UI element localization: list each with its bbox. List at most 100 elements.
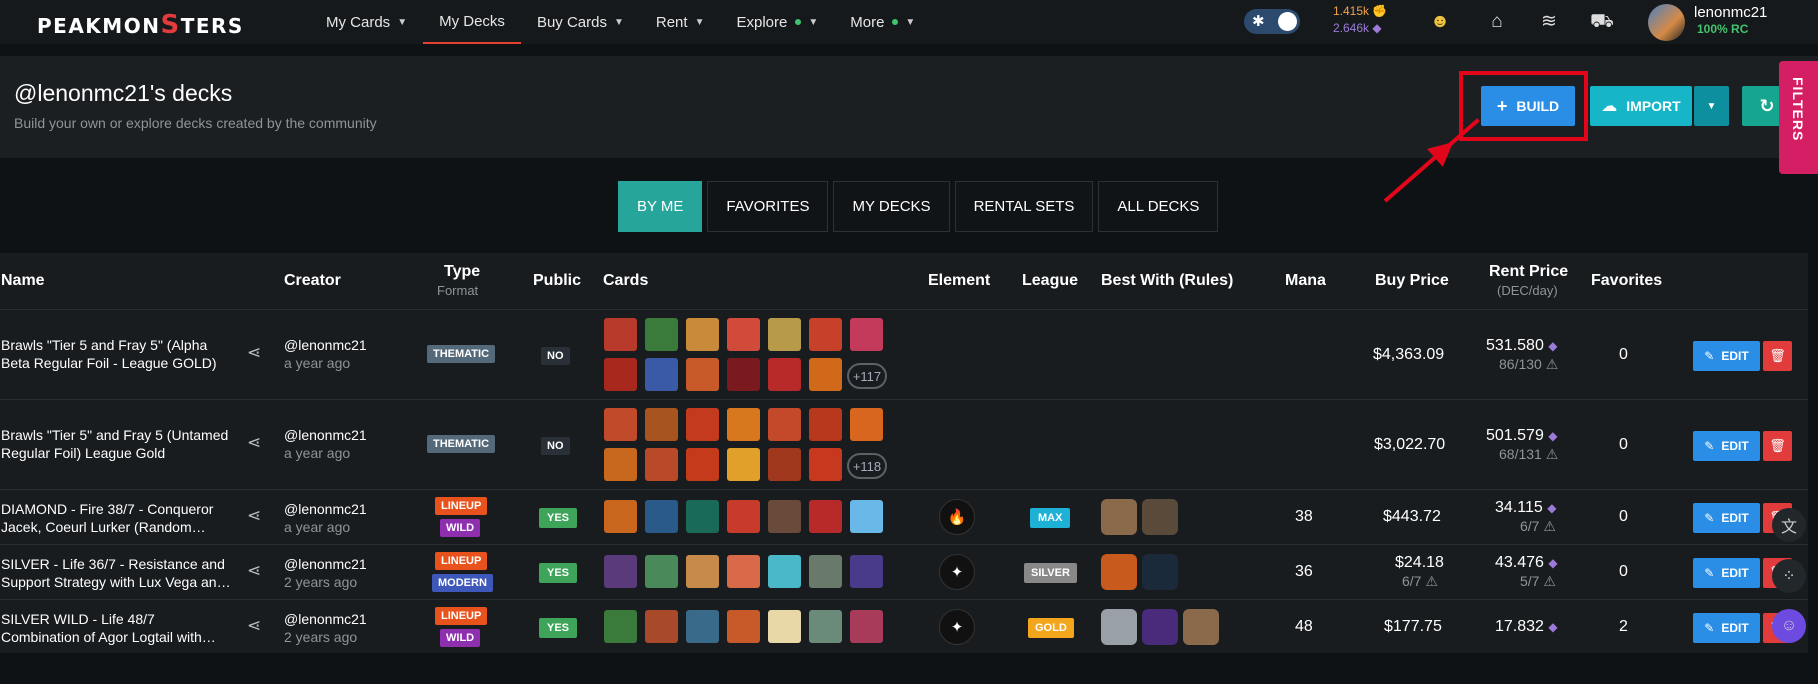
- creator[interactable]: @lenonmc21: [284, 337, 367, 353]
- tab-favorites[interactable]: FAVORITES: [707, 181, 829, 232]
- col-creator[interactable]: Creator: [284, 272, 341, 290]
- card-thumb[interactable]: [686, 500, 719, 533]
- card-thumb[interactable]: [645, 408, 678, 441]
- card-thumb[interactable]: [850, 318, 883, 351]
- deck-name-line2[interactable]: Support Strategy with Lux Vega an…: [1, 574, 231, 590]
- nav-explore[interactable]: Explore ▼: [720, 0, 834, 44]
- table-row[interactable]: Brawls "Tier 5" and Fray 5 (Untamed Regu…: [0, 399, 1808, 489]
- creator[interactable]: @lenonmc21: [284, 501, 367, 517]
- edit-button[interactable]: ✎ EDIT: [1693, 431, 1760, 461]
- card-thumb[interactable]: [727, 318, 760, 351]
- col-buy-price[interactable]: Buy Price: [1375, 272, 1449, 290]
- nav-more[interactable]: More ▼: [834, 0, 931, 44]
- delete-button[interactable]: 🗑: [1763, 341, 1792, 371]
- card-thumb[interactable]: [604, 500, 637, 533]
- chat-assistant-icon[interactable]: ☺: [1772, 609, 1806, 643]
- share-icon[interactable]: ⋖: [247, 616, 261, 636]
- share-icon[interactable]: ⋖: [247, 561, 261, 581]
- rule-thumb[interactable]: [1101, 554, 1137, 590]
- card-thumb[interactable]: [850, 500, 883, 533]
- brand-logo[interactable]: PEAKMONSTERS: [37, 10, 244, 40]
- card-thumb[interactable]: [645, 358, 678, 391]
- deck-name-line2[interactable]: Beta Regular Foil - League GOLD): [1, 355, 217, 371]
- deck-name-line2[interactable]: Jacek, Coeurl Lurker (Random…: [1, 519, 206, 535]
- deck-name[interactable]: Brawls "Tier 5 and Fray 5" (Alpha: [1, 337, 207, 353]
- col-name[interactable]: Name: [1, 272, 45, 290]
- card-thumb[interactable]: [809, 358, 842, 391]
- card-thumb[interactable]: [727, 555, 760, 588]
- card-thumb[interactable]: [686, 408, 719, 441]
- avatar[interactable]: [1648, 4, 1685, 41]
- card-thumb[interactable]: [727, 610, 760, 643]
- col-league[interactable]: League: [1022, 272, 1078, 290]
- rule-thumb[interactable]: [1101, 609, 1137, 645]
- nav-buy-cards[interactable]: Buy Cards ▼: [521, 0, 640, 44]
- theme-toggle[interactable]: ✱: [1244, 9, 1300, 34]
- share-icon[interactable]: ⋖: [247, 506, 261, 526]
- table-row[interactable]: Brawls "Tier 5 and Fray 5" (Alpha Beta R…: [0, 309, 1808, 399]
- card-thumb[interactable]: [645, 610, 678, 643]
- creator[interactable]: @lenonmc21: [284, 611, 367, 627]
- deck-name[interactable]: SILVER - Life 36/7 - Resistance and: [1, 556, 225, 572]
- card-thumb[interactable]: [686, 318, 719, 351]
- import-dropdown-button[interactable]: ▼: [1694, 86, 1729, 126]
- more-cards-count[interactable]: +117: [847, 363, 887, 389]
- card-thumb[interactable]: [809, 408, 842, 441]
- card-thumb[interactable]: [604, 408, 637, 441]
- chat-icon[interactable]: ☻: [1428, 10, 1452, 34]
- card-thumb[interactable]: [809, 555, 842, 588]
- tab-rental-sets[interactable]: RENTAL SETS: [954, 181, 1094, 232]
- card-thumb[interactable]: [686, 555, 719, 588]
- card-thumb[interactable]: [604, 358, 637, 391]
- deck-name-line2[interactable]: Combination of Agor Logtail with…: [1, 629, 216, 645]
- creator[interactable]: @lenonmc21: [284, 556, 367, 572]
- edit-button[interactable]: ✎ EDIT: [1693, 613, 1760, 643]
- more-cards-count[interactable]: +118: [847, 453, 887, 479]
- card-thumb[interactable]: [809, 448, 842, 481]
- cart-icon[interactable]: ⛟: [1590, 10, 1614, 34]
- grid-icon[interactable]: ⁘: [1772, 559, 1806, 593]
- card-thumb[interactable]: [645, 555, 678, 588]
- card-thumb[interactable]: [850, 610, 883, 643]
- card-thumb[interactable]: [809, 610, 842, 643]
- tab-by-me[interactable]: BY ME: [618, 181, 703, 232]
- card-thumb[interactable]: [727, 448, 760, 481]
- card-thumb[interactable]: [850, 408, 883, 441]
- card-thumb[interactable]: [686, 448, 719, 481]
- card-thumb[interactable]: [768, 500, 801, 533]
- import-button[interactable]: ☁ IMPORT: [1590, 86, 1692, 126]
- deck-name[interactable]: SILVER WILD - Life 48/7: [1, 611, 155, 627]
- rule-thumb[interactable]: [1142, 499, 1178, 535]
- share-icon[interactable]: ⋖: [247, 343, 261, 363]
- card-thumb[interactable]: [768, 408, 801, 441]
- card-thumb[interactable]: [768, 555, 801, 588]
- layers-icon[interactable]: ≋: [1537, 10, 1561, 34]
- delete-button[interactable]: 🗑: [1763, 431, 1792, 461]
- tab-all-decks[interactable]: ALL DECKS: [1098, 181, 1219, 232]
- col-element[interactable]: Element: [928, 272, 990, 290]
- col-rent-price[interactable]: Rent Price: [1489, 263, 1568, 281]
- card-thumb[interactable]: [604, 448, 637, 481]
- inbox-icon[interactable]: ⌂: [1485, 10, 1509, 34]
- card-thumb[interactable]: [727, 500, 760, 533]
- deck-name[interactable]: Brawls "Tier 5" and Fray 5 (Untamed: [1, 427, 228, 443]
- nav-my-cards[interactable]: My Cards ▼: [310, 0, 423, 44]
- card-thumb[interactable]: [645, 500, 678, 533]
- table-row[interactable]: SILVER WILD - Life 48/7 Combination of A…: [0, 599, 1808, 654]
- card-thumb[interactable]: [809, 318, 842, 351]
- card-thumb[interactable]: [604, 318, 637, 351]
- share-icon[interactable]: ⋖: [247, 433, 261, 453]
- col-type[interactable]: Type: [444, 263, 480, 281]
- deck-name[interactable]: DIAMOND - Fire 38/7 - Conqueror: [1, 501, 213, 517]
- nav-rent[interactable]: Rent ▼: [640, 0, 721, 44]
- card-thumb[interactable]: [809, 500, 842, 533]
- rule-thumb[interactable]: [1101, 499, 1137, 535]
- card-thumb[interactable]: [645, 448, 678, 481]
- rule-thumb[interactable]: [1142, 554, 1178, 590]
- card-thumb[interactable]: [645, 318, 678, 351]
- card-thumb[interactable]: [604, 555, 637, 588]
- col-favorites[interactable]: Favorites: [1591, 272, 1662, 290]
- card-thumb[interactable]: [768, 318, 801, 351]
- card-thumb[interactable]: [686, 610, 719, 643]
- card-thumb[interactable]: [686, 358, 719, 391]
